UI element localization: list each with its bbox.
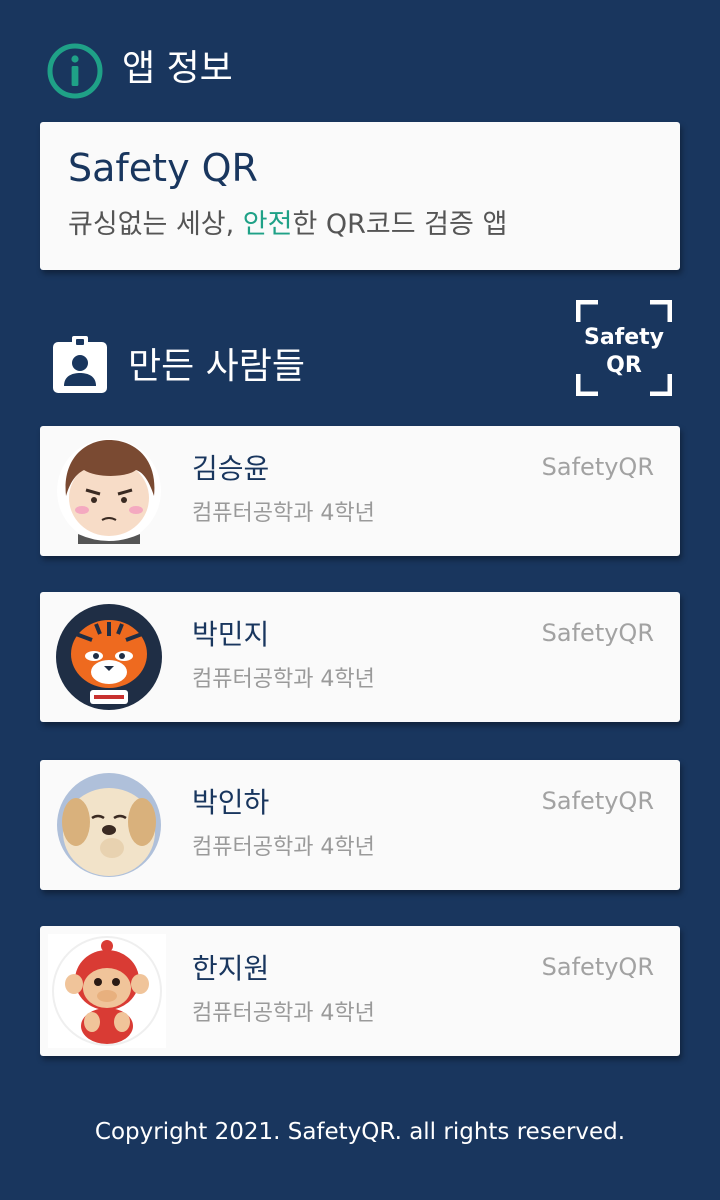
member-card[interactable]: 박인하 컴퓨터공학과 4학년 SafetyQR [40, 760, 680, 890]
safety-qr-logo: Safety QR [576, 300, 672, 396]
member-name: 박민지 [192, 618, 270, 651]
makers-section-title: 만든 사람들 [128, 346, 306, 387]
member-tag: SafetyQR [541, 619, 654, 647]
member-department: 컴퓨터공학과 4학년 [192, 501, 375, 526]
cartoon-boy-avatar [56, 438, 162, 544]
member-card[interactable]: 한지원 컴퓨터공학과 4학년 SafetyQR [40, 926, 680, 1056]
copyright-footer: Copyright 2021. SafetyQR. all rights res… [94, 1119, 626, 1145]
app-info-card: Safety QR 큐싱없는 세상, 안전한 QR코드 검증 앱 [40, 122, 680, 270]
tagline-accent: 안전 [242, 209, 293, 240]
logo-text-line1: Safety [583, 325, 665, 350]
puppy-photo-avatar [56, 772, 162, 878]
tagline-text-end: 한 QR코드 검증 앱 [292, 209, 508, 240]
member-card[interactable]: 박민지 컴퓨터공학과 4학년 SafetyQR [40, 592, 680, 722]
member-tag: SafetyQR [541, 953, 654, 981]
member-department: 컴퓨터공학과 4학년 [192, 667, 375, 692]
tagline-text: 큐싱없는 세상, [68, 209, 243, 240]
logo-text-line2: QR [606, 353, 642, 378]
member-name: 한지원 [192, 952, 270, 985]
app-tagline: 큐싱없는 세상, 안전한 QR코드 검증 앱 [68, 206, 507, 244]
member-tag: SafetyQR [541, 453, 654, 481]
page-title: 앱 정보 [122, 48, 233, 89]
member-name: 김승윤 [192, 452, 270, 485]
member-card[interactable]: 김승윤 컴퓨터공학과 4학년 SafetyQR [40, 426, 680, 556]
member-department: 컴퓨터공학과 4학년 [192, 1001, 375, 1026]
info-icon [46, 42, 104, 100]
red-monkey-avatar [48, 934, 166, 1048]
member-department: 컴퓨터공학과 4학년 [192, 835, 375, 860]
member-name: 박인하 [192, 786, 270, 819]
tiger-mascot-avatar [56, 604, 162, 710]
app-name: Safety QR [68, 146, 258, 190]
member-tag: SafetyQR [541, 787, 654, 815]
badge-icon [52, 336, 108, 394]
